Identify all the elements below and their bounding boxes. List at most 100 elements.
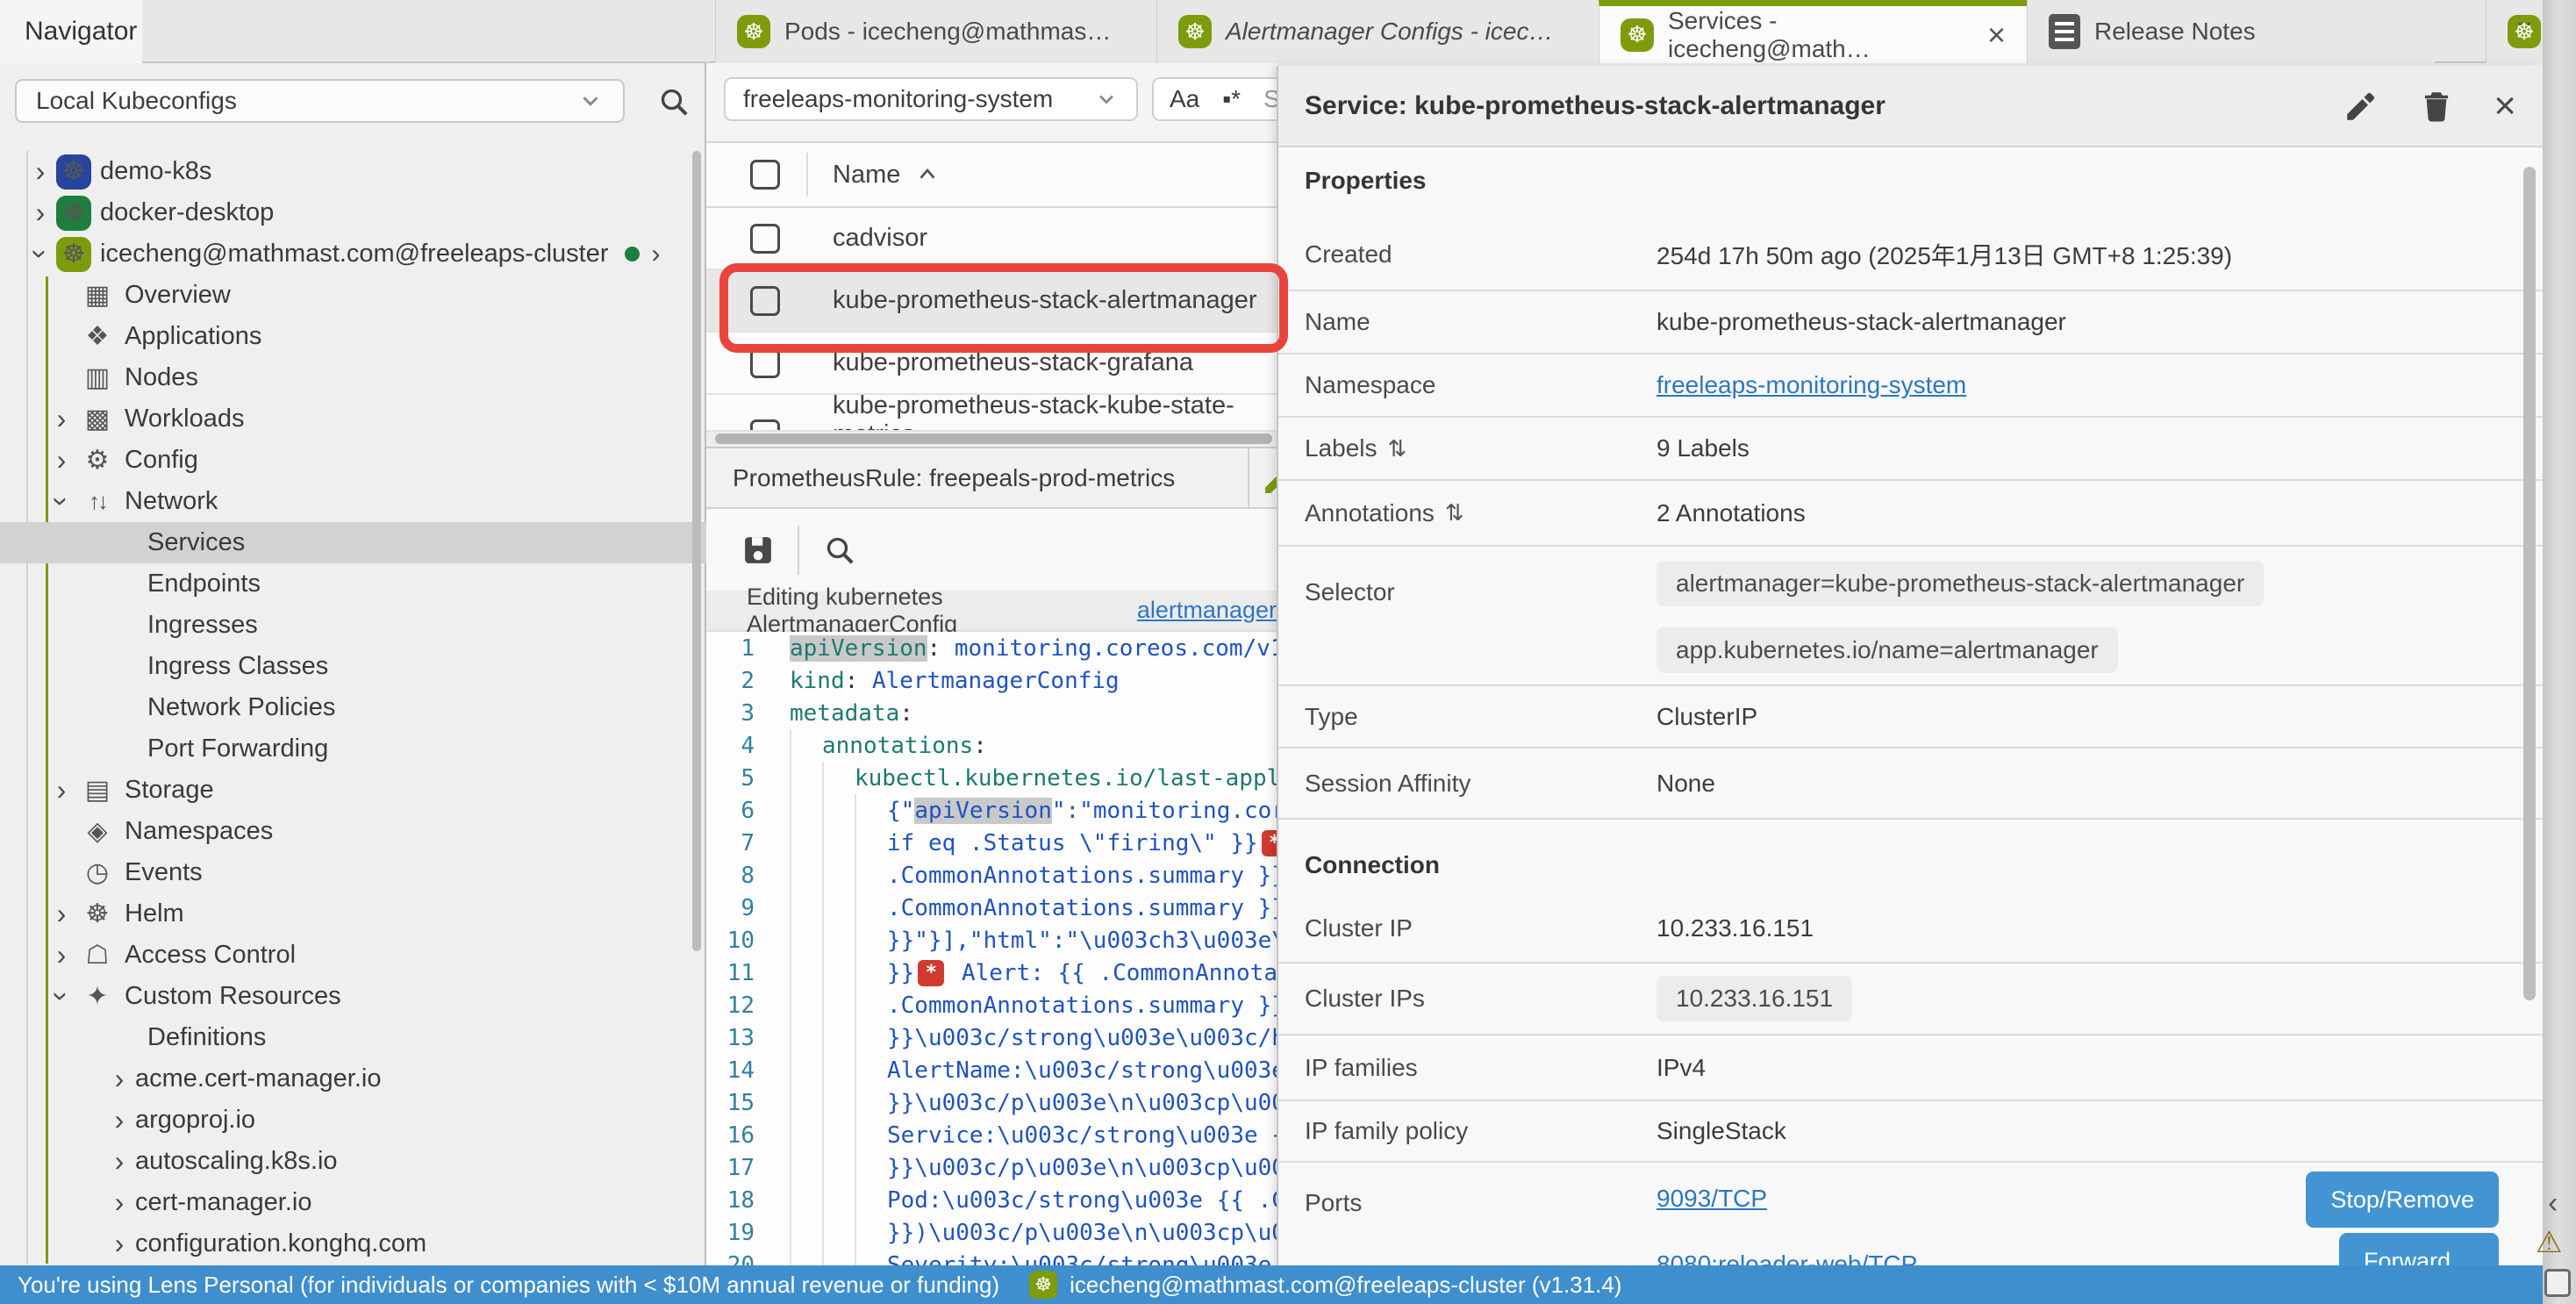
row-checkbox[interactable] bbox=[750, 224, 780, 254]
chevron-right-icon[interactable]: › bbox=[652, 240, 661, 269]
sidebar-item[interactable]: › Endpoints › bbox=[0, 563, 706, 605]
sidebar-item[interactable]: › ☸ demo-k8s › bbox=[0, 151, 706, 192]
chevron-icon[interactable]: › bbox=[104, 1228, 135, 1260]
table-row[interactable]: kube-prometheus-stack-kube-state-metrics bbox=[706, 395, 1277, 432]
sidebar-item[interactable]: › ◷ Events › bbox=[0, 852, 706, 893]
table-horizontal-scrollbar[interactable] bbox=[706, 432, 1277, 446]
chevron-icon[interactable]: › bbox=[46, 774, 77, 806]
code-line[interactable]: 5kubectl.kubernetes.io/last-appli bbox=[706, 762, 1277, 794]
sidebar-item[interactable]: › Network Policies › bbox=[0, 687, 706, 728]
chevron-icon[interactable]: › bbox=[104, 1186, 135, 1219]
sidebar-item[interactable]: › ☖ Access Control › bbox=[0, 935, 706, 976]
sidebar-item[interactable]: › ◈ Namespaces › bbox=[0, 811, 706, 852]
sort-toggle-icon[interactable]: ⇅ bbox=[1388, 435, 1407, 462]
code-line[interactable]: 1apiVersion: monitoring.coreos.com/v1 bbox=[706, 632, 1277, 664]
pencil-icon[interactable] bbox=[2343, 88, 2379, 125]
table-row[interactable]: kube-prometheus-stack-alertmanager bbox=[706, 270, 1277, 333]
sidebar-item[interactable]: › ☸ docker-desktop › bbox=[0, 192, 706, 233]
code-line[interactable]: 13}}\u003c/strong\u003e\u003c/h3 bbox=[706, 1021, 1277, 1054]
sidebar-item[interactable]: › ☸ icecheng@mathmast.com@freeleaps-clus… bbox=[0, 233, 706, 275]
code-line[interactable]: 10}}"}],"html":"\u003ch3\u003e\u bbox=[706, 924, 1277, 957]
search-icon[interactable] bbox=[822, 533, 857, 568]
sidebar-item[interactable]: › Services › bbox=[0, 522, 706, 563]
code-line[interactable]: 8.CommonAnnotations.summary }} bbox=[706, 859, 1277, 892]
save-icon[interactable] bbox=[740, 532, 776, 569]
sidebar-item[interactable]: › acme.cert-manager.io › bbox=[0, 1058, 706, 1100]
close-icon[interactable]: × bbox=[2494, 87, 2516, 125]
sidebar-item[interactable]: › ❖ Applications › bbox=[0, 316, 706, 357]
match-case-icon[interactable]: Aa bbox=[1170, 85, 1199, 113]
namespace-link[interactable]: freeleaps-monitoring-system bbox=[1657, 371, 1966, 398]
drawer-scrollbar[interactable] bbox=[2523, 167, 2536, 1000]
tab-services[interactable]: ☸ Services - icecheng@math… × bbox=[1599, 0, 2027, 63]
name-column-header[interactable]: Name bbox=[833, 161, 900, 190]
chevron-icon[interactable]: › bbox=[104, 1063, 135, 1095]
row-checkbox[interactable] bbox=[750, 286, 780, 316]
select-all-checkbox[interactable] bbox=[750, 160, 780, 190]
sidebar-item[interactable]: › autoscaling.k8s.io › bbox=[0, 1141, 706, 1182]
sidebar-item[interactable]: › ▩ Workloads › bbox=[0, 398, 706, 440]
code-line[interactable]: 2kind: AlertmanagerConfig bbox=[706, 664, 1277, 697]
chevron-icon[interactable]: › bbox=[46, 444, 77, 476]
code-line[interactable]: 4annotations: bbox=[706, 729, 1277, 762]
tab-release-notes[interactable]: Release Notes bbox=[2027, 0, 2435, 63]
stop-remove-button[interactable]: Stop/Remove bbox=[2306, 1171, 2499, 1228]
chevron-icon[interactable]: › bbox=[46, 403, 77, 435]
regex-icon[interactable]: ▪* bbox=[1222, 85, 1241, 113]
sidebar-item[interactable]: › Ingresses › bbox=[0, 605, 706, 646]
chevron-icon[interactable]: › bbox=[25, 239, 57, 270]
chevron-icon[interactable]: › bbox=[104, 1145, 135, 1178]
warning-icon[interactable]: ⚠ bbox=[2536, 1225, 2562, 1260]
sidebar-item[interactable]: › Port Forwarding › bbox=[0, 728, 706, 770]
code-line[interactable]: 6{"apiVersion":"monitoring.core bbox=[706, 794, 1277, 827]
table-row[interactable]: cadvisor bbox=[706, 208, 1277, 270]
chevron-left-icon[interactable]: ‹ bbox=[2548, 1186, 2558, 1221]
code-line[interactable]: 15}}\u003c/p\u003e\n\u003cp\u003 bbox=[706, 1086, 1277, 1119]
chevron-icon[interactable]: › bbox=[104, 1104, 135, 1136]
namespace-select[interactable]: freeleaps-monitoring-system bbox=[724, 77, 1138, 121]
chevron-icon[interactable]: › bbox=[25, 197, 56, 229]
sidebar-item[interactable]: › argoproj.io › bbox=[0, 1100, 706, 1141]
code-line[interactable]: 3metadata: bbox=[706, 697, 1277, 729]
sidebar-item[interactable]: › ▦ Overview › bbox=[0, 275, 706, 316]
code-line[interactable]: 11}}* Alert: {{ .CommonAnnotati bbox=[706, 957, 1277, 989]
close-tab-icon[interactable]: × bbox=[1987, 19, 2006, 51]
code-line[interactable]: 7if eq .Status \"firing\" }}* bbox=[706, 827, 1277, 859]
sidebar-item[interactable]: › ✦ Custom Resources › bbox=[0, 976, 706, 1017]
chevron-icon[interactable]: › bbox=[46, 939, 77, 971]
sidebar-item[interactable]: › configuration.konghq.com › bbox=[0, 1223, 706, 1265]
yaml-editor[interactable]: 1apiVersion: monitoring.coreos.com/v12ki… bbox=[706, 632, 1277, 1304]
sort-toggle-icon[interactable]: ⇅ bbox=[1445, 499, 1464, 527]
code-line[interactable]: 17}}\u003c/p\u003e\n\u003cp\u003 bbox=[706, 1151, 1277, 1184]
chevron-up-icon[interactable] bbox=[914, 161, 941, 188]
code-line[interactable]: 16Service:\u003c/strong\u003e { bbox=[706, 1119, 1277, 1151]
tab-alertmanager-configs[interactable]: ☸ Alertmanager Configs - icec… bbox=[1156, 0, 1599, 63]
chevron-icon[interactable]: › bbox=[46, 981, 78, 1013]
tab-pods[interactable]: ☸ Pods - icecheng@mathmas… bbox=[715, 0, 1156, 63]
code-line[interactable]: 14AlertName:\u003c/strong\u003e bbox=[706, 1054, 1277, 1086]
chevron-icon[interactable]: › bbox=[25, 155, 56, 188]
sidebar-item[interactable]: › Definitions › bbox=[0, 1017, 706, 1058]
sidebar-item[interactable]: › Ingress Classes › bbox=[0, 646, 706, 687]
row-checkbox[interactable] bbox=[750, 348, 780, 378]
sidebar-item[interactable]: › cert-manager.io › bbox=[0, 1182, 706, 1223]
trash-icon[interactable] bbox=[2418, 88, 2455, 125]
alertmanager-config-link[interactable]: alertmanager bbox=[1137, 597, 1277, 624]
sidebar-item[interactable]: › ↑↓ Network › bbox=[0, 481, 706, 522]
sidebar-item[interactable]: › ⚙ Config › bbox=[0, 440, 706, 481]
port-link-9093[interactable]: 9093/TCP bbox=[1657, 1185, 1767, 1213]
code-line[interactable]: 9.CommonAnnotations.summary }} bbox=[706, 892, 1277, 924]
code-line[interactable]: 12.CommonAnnotations.summary }} bbox=[706, 989, 1277, 1021]
sidebar-item[interactable]: › ☸ Helm › bbox=[0, 893, 706, 935]
row-checkbox[interactable] bbox=[750, 419, 780, 432]
chevron-icon[interactable]: › bbox=[46, 486, 78, 518]
sidebar-item[interactable]: › ▥ Nodes › bbox=[0, 357, 706, 398]
kubeconfig-select[interactable]: Local Kubeconfigs bbox=[15, 79, 625, 123]
sidebar-item[interactable]: › ▤ Storage › bbox=[0, 770, 706, 811]
code-line[interactable]: 19}})\u003c/p\u003e\n\u003cp\u00 bbox=[706, 1216, 1277, 1249]
code-line[interactable]: 18Pod:\u003c/strong\u003e {{ .Co bbox=[706, 1184, 1277, 1216]
search-icon[interactable] bbox=[656, 84, 691, 119]
sidebar-scrollbar[interactable] bbox=[692, 151, 701, 951]
chevron-icon[interactable]: › bbox=[46, 898, 77, 930]
table-row[interactable]: kube-prometheus-stack-grafana bbox=[706, 333, 1277, 395]
